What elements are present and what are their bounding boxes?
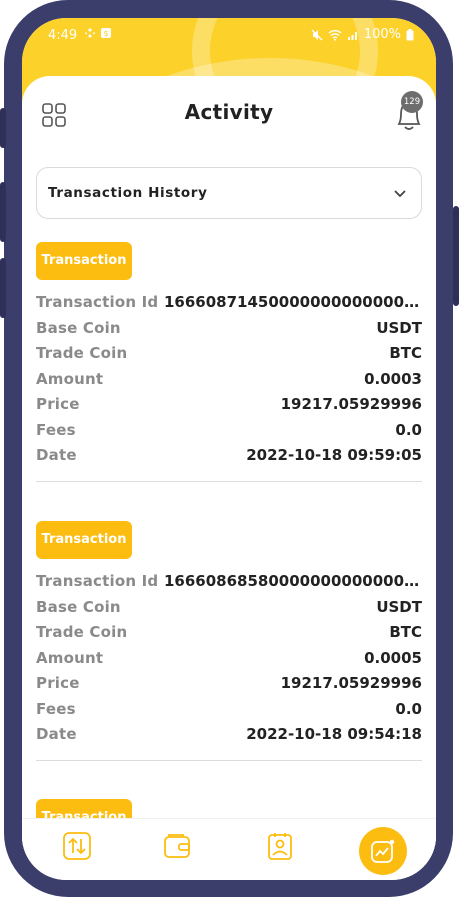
label-amount: Amount — [36, 649, 104, 667]
signal-icon — [347, 31, 357, 40]
page-header: Activity 129 — [22, 76, 436, 156]
status-icons-right: 100% — [311, 27, 414, 42]
row-base-coin: Base Coin USDT — [36, 598, 422, 620]
profile-icon[interactable] — [265, 831, 295, 861]
row-transaction-id: Transaction Id 16660868580000000000000000 — [36, 572, 422, 594]
wifi-icon — [328, 29, 342, 41]
transaction-tag[interactable]: Transaction — [36, 521, 132, 559]
label-amount: Amount — [36, 370, 104, 388]
value-transaction-id: 16660868580000000000000000 — [164, 572, 422, 590]
swap-icon[interactable] — [62, 831, 92, 861]
side-button — [0, 108, 6, 148]
label-price: Price — [36, 674, 80, 692]
value-trade-coin: BTC — [389, 623, 422, 641]
label-price: Price — [36, 395, 80, 413]
app-screen: 4:49 $ 100% Activity 129 Transaction His… — [22, 18, 436, 880]
label-fees: Fees — [36, 700, 76, 718]
transaction-tag[interactable]: Transaction — [36, 242, 132, 280]
value-fees: 0.0 — [395, 421, 422, 439]
divider — [36, 481, 422, 482]
label-date: Date — [36, 446, 77, 464]
status-time: 4:49 — [48, 28, 78, 43]
value-fees: 0.0 — [395, 700, 422, 718]
value-price: 19217.05929996 — [280, 674, 422, 692]
value-trade-coin: BTC — [389, 344, 422, 362]
value-amount: 0.0003 — [364, 370, 422, 388]
label-transaction-id: Transaction Id — [36, 293, 159, 311]
notification-badge: 129 — [401, 91, 423, 113]
label-trade-coin: Trade Coin — [36, 623, 128, 641]
divider — [36, 760, 422, 761]
row-price: Price 19217.05929996 — [36, 674, 422, 696]
row-base-coin: Base Coin USDT — [36, 319, 422, 341]
label-base-coin: Base Coin — [36, 598, 121, 616]
bottom-nav — [22, 818, 436, 880]
row-date: Date 2022-10-18 09:59:05 — [36, 446, 422, 468]
row-amount: Amount 0.0003 — [36, 370, 422, 392]
mute-icon — [311, 29, 323, 40]
label-trade-coin: Trade Coin — [36, 344, 128, 362]
wallet-icon[interactable] — [162, 831, 192, 861]
battery-level: 100% — [363, 27, 401, 42]
label-date: Date — [36, 725, 77, 743]
row-fees: Fees 0.0 — [36, 700, 422, 722]
dropdown-selected-value: Transaction History — [48, 185, 208, 201]
history-type-dropdown[interactable]: Transaction History — [36, 167, 422, 219]
battery-icon — [406, 28, 414, 40]
label-fees: Fees — [36, 421, 76, 439]
side-button — [0, 182, 6, 242]
binance-icon — [84, 28, 96, 38]
value-price: 19217.05929996 — [280, 395, 422, 413]
row-fees: Fees 0.0 — [36, 421, 422, 443]
app-icon: $ — [101, 28, 111, 38]
label-transaction-id: Transaction Id — [36, 572, 159, 590]
row-trade-coin: Trade Coin BTC — [36, 344, 422, 366]
chart-icon — [371, 839, 395, 863]
value-date: 2022-10-18 09:54:18 — [246, 725, 422, 743]
row-price: Price 19217.05929996 — [36, 395, 422, 417]
row-trade-coin: Trade Coin BTC — [36, 623, 422, 645]
content-sheet: Activity 129 Transaction History Transac… — [22, 76, 436, 856]
value-transaction-id: 16660871450000000000000000 — [164, 293, 422, 311]
label-base-coin: Base Coin — [36, 319, 121, 337]
row-amount: Amount 0.0005 — [36, 649, 422, 671]
nav-active-item[interactable] — [359, 827, 407, 875]
value-base-coin: USDT — [376, 319, 422, 337]
chevron-down-icon — [394, 190, 406, 198]
value-date: 2022-10-18 09:59:05 — [246, 446, 422, 464]
row-transaction-id: Transaction Id 16660871450000000000000000 — [36, 293, 422, 315]
page-title: Activity — [184, 100, 274, 124]
status-bar: 4:49 $ 100% — [22, 18, 436, 54]
side-button — [0, 258, 6, 318]
svg-text:$: $ — [103, 29, 108, 38]
side-button — [453, 206, 459, 306]
row-date: Date 2022-10-18 09:54:18 — [36, 725, 422, 747]
value-amount: 0.0005 — [364, 649, 422, 667]
status-icons-left: $ — [84, 27, 112, 39]
value-base-coin: USDT — [376, 598, 422, 616]
